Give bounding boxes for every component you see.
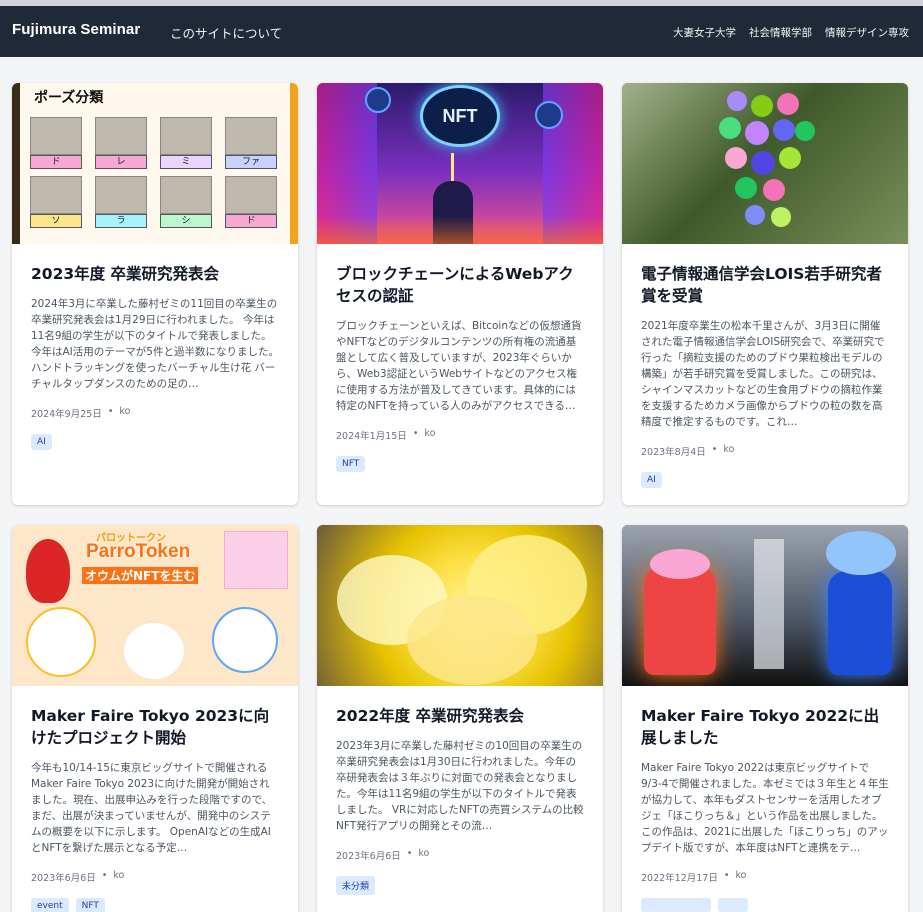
post-meta: 2023年8月4日 • ko bbox=[641, 444, 735, 458]
tag-badge[interactable]: NFT bbox=[75, 898, 105, 912]
tag-badge[interactable]: AI bbox=[31, 434, 52, 450]
nav-link-about[interactable]: このサイトについて bbox=[170, 23, 282, 42]
post-thumbnail-flower[interactable] bbox=[317, 525, 603, 686]
post-card[interactable]: 電子情報通信学会LOIS若手研究者賞を受賞 2021年度卒業生の松本千里さんが、… bbox=[622, 83, 908, 505]
post-date: 2023年8月4日 bbox=[641, 447, 706, 458]
post-card[interactable]: NFT ブロックチェーンによるWebアクセスの認証 ブロックチェーンといえば、B… bbox=[317, 83, 603, 505]
blue-jar-lamp bbox=[828, 571, 892, 675]
post-excerpt: ブロックチェーンといえば、Bitcoinなどの仮想通貨やNFTなどのデジタルコン… bbox=[336, 320, 582, 412]
post-meta: 2024年9月25日 • ko bbox=[31, 406, 131, 420]
post-excerpt: 2024年3月に卒業した藤村ゼミの11回目の卒業生の卒業研究発表会は1月29日に… bbox=[31, 298, 279, 390]
red-jar-lamp bbox=[644, 565, 716, 675]
pose-cell: ファ bbox=[225, 117, 277, 169]
post-author: ko bbox=[119, 406, 131, 417]
pose-cell: ド bbox=[30, 117, 82, 169]
tag-badge[interactable] bbox=[718, 898, 748, 912]
site-navbar: Fujimura Seminar このサイトについて 大妻女子大学 社会情報学部… bbox=[0, 6, 923, 57]
parrot-illustration bbox=[124, 623, 184, 679]
thumb-heading: ポーズ分類 bbox=[34, 90, 104, 106]
post-meta: 2023年6月6日 • ko bbox=[31, 870, 125, 884]
post-meta: 2024年1月15日 • ko bbox=[336, 428, 436, 442]
pose-cell: ド bbox=[225, 176, 277, 228]
nft-badge: NFT bbox=[420, 85, 500, 147]
post-thumbnail-pose[interactable]: ポーズ分類 ド レ ミ ファ ソ ラ シ ド bbox=[12, 83, 298, 244]
post-excerpt: 2021年度卒業生の松本千里さんが、3月3日に開催された電子情報通信学会LOIS… bbox=[641, 320, 885, 428]
tag-badge[interactable]: NFT bbox=[336, 456, 366, 472]
post-tags bbox=[641, 898, 889, 912]
tag-badge[interactable]: AI bbox=[641, 472, 662, 488]
post-author: ko bbox=[735, 870, 747, 881]
nft-gallery-art bbox=[224, 531, 288, 589]
post-card[interactable]: パロットークン ParroToken オウムがNFTを生む Maker Fair… bbox=[12, 525, 298, 912]
post-thumbnail-grapes[interactable] bbox=[622, 83, 908, 244]
post-author: ko bbox=[113, 870, 125, 881]
tag-badge[interactable]: 未分類 bbox=[336, 876, 376, 895]
post-card[interactable]: 2022年度 卒業研究発表会 2023年3月に卒業した藤村ゼミの10回目の卒業生… bbox=[317, 525, 603, 912]
person-illustration bbox=[26, 607, 96, 677]
post-title[interactable]: Maker Faire Tokyo 2022に出展しました bbox=[641, 705, 889, 749]
blue-flowers bbox=[826, 531, 896, 575]
pose-cell: ソ bbox=[30, 176, 82, 228]
post-meta: 2023年6月6日 • ko bbox=[336, 848, 430, 862]
post-date: 2023年6月6日 bbox=[336, 851, 401, 862]
pink-flowers bbox=[650, 549, 710, 579]
post-tags: 未分類 bbox=[336, 876, 584, 895]
pose-cell: ラ bbox=[95, 176, 147, 228]
post-excerpt: 2023年3月に卒業した藤村ゼミの10回目の卒業生の卒業研究発表会は1月30日に… bbox=[336, 740, 584, 832]
pose-cell: レ bbox=[95, 117, 147, 169]
pose-cell: シ bbox=[160, 176, 212, 228]
petal bbox=[407, 595, 537, 685]
post-tags: AI bbox=[641, 472, 889, 488]
post-date: 2023年6月6日 bbox=[31, 873, 96, 884]
post-title[interactable]: Maker Faire Tokyo 2023に向けたプロジェクト開始 bbox=[31, 705, 279, 749]
post-card[interactable]: Maker Faire Tokyo 2022に出展しました Maker Fair… bbox=[622, 525, 908, 912]
post-author: ko bbox=[418, 848, 430, 859]
parrot-icon bbox=[26, 539, 70, 603]
tag-badge[interactable] bbox=[641, 898, 711, 912]
post-excerpt: Maker Faire Tokyo 2022は東京ビッグサイトで9/3-4で開催… bbox=[641, 762, 889, 854]
site-brand[interactable]: Fujimura Seminar bbox=[12, 21, 140, 38]
nav-link-university[interactable]: 大妻女子大学 bbox=[673, 25, 736, 40]
post-tags: AI bbox=[31, 434, 279, 450]
post-meta: 2022年12月17日 • ko bbox=[641, 870, 747, 884]
post-date: 2024年1月15日 bbox=[336, 431, 407, 442]
thumb-subtitle: オウムがNFTを生む bbox=[82, 567, 199, 584]
gallery-illustration bbox=[212, 607, 278, 673]
post-thumbnail-parrotoken[interactable]: パロットークン ParroToken オウムがNFTを生む bbox=[12, 525, 298, 686]
globe-icon bbox=[365, 87, 391, 113]
grape-cluster bbox=[717, 91, 817, 231]
post-excerpt: 今年も10/14-15に東京ビッグサイトで開催されるMaker Faire To… bbox=[31, 762, 273, 854]
post-author: ko bbox=[424, 428, 436, 439]
post-author: ko bbox=[723, 444, 735, 455]
post-date: 2022年12月17日 bbox=[641, 873, 718, 884]
border-decoration bbox=[12, 83, 20, 244]
post-title[interactable]: 2022年度 卒業研究発表会 bbox=[336, 705, 584, 727]
tag-badge[interactable]: event bbox=[31, 898, 69, 912]
thumb-title: ParroToken bbox=[86, 541, 191, 562]
post-tags: event NFT bbox=[31, 898, 279, 912]
acrylic-stand bbox=[754, 539, 784, 669]
coin-icon bbox=[535, 101, 563, 129]
post-tags: NFT bbox=[336, 456, 584, 472]
nav-link-major[interactable]: 情報デザイン専攻 bbox=[825, 25, 909, 40]
nav-links: 大妻女子大学 社会情報学部 情報デザイン専攻 bbox=[673, 25, 909, 40]
pose-grid: ド レ ミ ファ ソ ラ シ ド bbox=[30, 117, 288, 228]
post-thumbnail-nft[interactable]: NFT bbox=[317, 83, 603, 244]
post-date: 2024年9月25日 bbox=[31, 409, 102, 420]
post-title[interactable]: 2023年度 卒業研究発表会 bbox=[31, 263, 279, 285]
nav-link-faculty[interactable]: 社会情報学部 bbox=[749, 25, 812, 40]
post-title[interactable]: 電子情報通信学会LOIS若手研究者賞を受賞 bbox=[641, 263, 889, 307]
post-card[interactable]: ポーズ分類 ド レ ミ ファ ソ ラ シ ド 2023年度 卒業研究発表会 20… bbox=[12, 83, 298, 505]
post-title[interactable]: ブロックチェーンによるWebアクセスの認証 bbox=[336, 263, 584, 307]
post-thumbnail-makerfaire[interactable] bbox=[622, 525, 908, 686]
pose-cell: ミ bbox=[160, 117, 212, 169]
border-decoration bbox=[290, 83, 298, 244]
